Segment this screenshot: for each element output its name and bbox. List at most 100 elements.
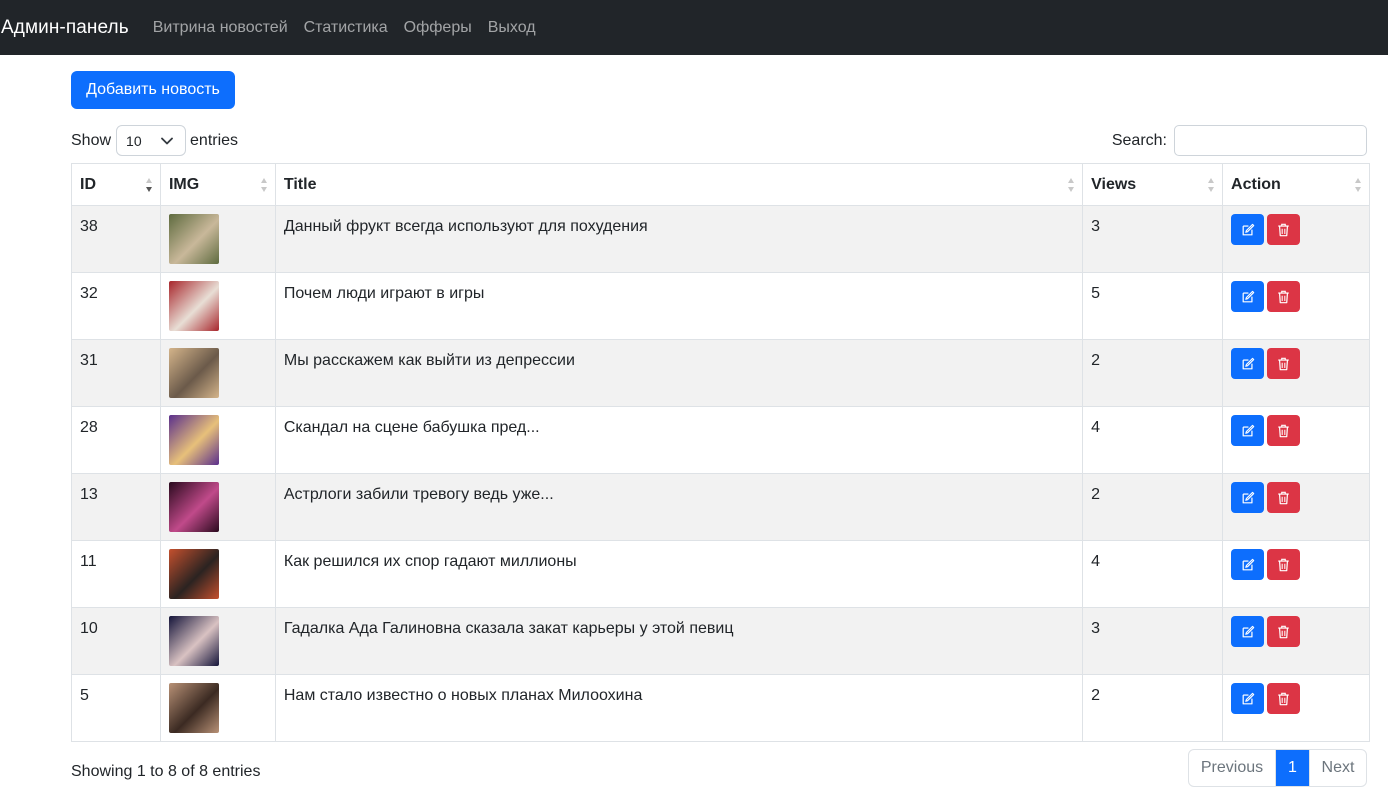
column-header-img[interactable]: IMG [159, 163, 276, 206]
row-actions [1231, 348, 1361, 379]
cell-views: 4 [1082, 540, 1224, 608]
row-actions [1231, 281, 1361, 312]
column-header-views-label: Views [1091, 175, 1137, 193]
news-thumbnail [168, 214, 219, 264]
delete-button[interactable] [1267, 482, 1301, 513]
cell-title: Скандал на сцене бабушка пред... [274, 406, 1084, 474]
pencil-square-icon [1242, 290, 1254, 302]
cell-views: 5 [1082, 272, 1224, 340]
news-thumbnail [168, 616, 219, 666]
edit-button[interactable] [1231, 214, 1265, 245]
nav-link-news-showcase[interactable]: Витрина новостей [153, 19, 288, 37]
cell-img [159, 272, 276, 340]
row-title: Данный фрукт всегда используют для похуд… [283, 218, 648, 235]
column-header-img-label: IMG [168, 175, 200, 193]
edit-button[interactable] [1231, 415, 1265, 446]
delete-button[interactable] [1267, 214, 1301, 245]
edit-button[interactable] [1231, 549, 1265, 580]
table-row: 13 Астрлоги забили тревогу ведь уже... 2 [71, 473, 1370, 541]
brand-title[interactable]: Админ-панель [1, 17, 129, 39]
cell-id: 32 [71, 272, 161, 340]
delete-button[interactable] [1267, 616, 1301, 647]
row-title: Гадалка Ада Галиновна сказала закат карь… [283, 620, 734, 637]
news-thumbnail [168, 281, 219, 331]
table-row: 32 Почем люди играют в игры 5 [71, 272, 1370, 340]
trash-icon [1278, 558, 1289, 571]
cell-views: 2 [1082, 674, 1224, 742]
news-thumbnail [168, 415, 219, 465]
delete-button[interactable] [1267, 683, 1301, 714]
edit-button[interactable] [1231, 616, 1265, 647]
row-views: 5 [1091, 285, 1101, 302]
cell-img [159, 540, 276, 608]
row-actions [1231, 549, 1361, 580]
row-views: 4 [1091, 419, 1101, 436]
cell-views: 4 [1082, 406, 1224, 474]
cell-id: 38 [71, 205, 161, 273]
row-title: Нам стало известно о новых планах Милоох… [283, 687, 643, 704]
row-views: 3 [1091, 218, 1101, 235]
sort-arrows-icon [260, 177, 267, 192]
row-views: 4 [1091, 553, 1101, 570]
delete-button[interactable] [1267, 549, 1301, 580]
entries-per-page-value: 10 [126, 132, 142, 149]
chevron-down-icon [161, 137, 173, 144]
pagination-page-1[interactable]: 1 [1276, 750, 1309, 786]
row-id: 28 [80, 419, 98, 436]
column-header-action[interactable]: Action [1222, 163, 1370, 206]
cell-img [159, 607, 276, 675]
edit-button[interactable] [1231, 348, 1265, 379]
edit-button[interactable] [1231, 482, 1265, 513]
table-row: 11 Как решился их спор гадают миллионы 4 [71, 540, 1370, 608]
table-header-row: ID IMG Title Views Action [71, 163, 1370, 206]
nav-link-statistics[interactable]: Статистика [304, 19, 388, 37]
column-header-id[interactable]: ID [71, 163, 161, 206]
column-header-views[interactable]: Views [1082, 163, 1224, 206]
row-actions [1231, 214, 1361, 245]
row-title: Астрлоги забили тревогу ведь уже... [283, 486, 554, 503]
row-actions [1231, 415, 1361, 446]
cell-id: 28 [71, 406, 161, 474]
cell-action [1222, 272, 1370, 340]
delete-button[interactable] [1267, 281, 1301, 312]
cell-title: Почем люди играют в игры [274, 272, 1084, 340]
news-table: ID IMG Title Views Action 38 Данный фрук… [71, 163, 1370, 742]
cell-title: Нам стало известно о новых планах Милоох… [274, 674, 1084, 742]
table-info-text: Showing 1 to 8 of 8 entries [71, 763, 261, 780]
sort-arrows-icon [1355, 177, 1361, 192]
cell-action [1222, 205, 1370, 273]
edit-button[interactable] [1231, 281, 1265, 312]
entries-per-page-select[interactable]: 10 [116, 125, 187, 156]
delete-button[interactable] [1267, 348, 1301, 379]
table-row: 28 Скандал на сцене бабушка пред... 4 [71, 406, 1370, 474]
search-input[interactable] [1174, 125, 1367, 156]
sort-desc-icon [145, 177, 152, 192]
trash-icon [1278, 625, 1289, 638]
cell-action [1222, 674, 1370, 742]
row-title: Мы расскажем как выйти из депрессии [283, 352, 575, 369]
trash-icon [1278, 491, 1289, 504]
nav-link-offers[interactable]: Офферы [404, 19, 472, 37]
row-views: 2 [1091, 486, 1101, 503]
delete-button[interactable] [1267, 415, 1301, 446]
pagination-next-button[interactable]: Next [1309, 750, 1366, 786]
add-news-button[interactable]: Добавить новость [71, 71, 235, 109]
cell-action [1222, 406, 1370, 474]
column-header-title[interactable]: Title [274, 163, 1084, 206]
pagination-previous-button[interactable]: Previous [1189, 750, 1276, 786]
nav-link-logout[interactable]: Выход [488, 19, 536, 37]
news-thumbnail [168, 482, 219, 532]
table-row: 38 Данный фрукт всегда используют для пох… [71, 205, 1370, 273]
row-id: 5 [80, 687, 89, 704]
trash-icon [1278, 290, 1289, 303]
pencil-square-icon [1242, 558, 1254, 570]
cell-action [1222, 339, 1370, 407]
column-header-id-label: ID [80, 175, 96, 193]
row-id: 13 [80, 486, 98, 503]
cell-img [159, 406, 276, 474]
row-id: 10 [80, 620, 98, 637]
cell-title: Как решился их спор гадают миллионы [274, 540, 1084, 608]
edit-button[interactable] [1231, 683, 1265, 714]
pencil-square-icon [1242, 692, 1254, 704]
row-title: Как решился их спор гадают миллионы [283, 553, 577, 570]
